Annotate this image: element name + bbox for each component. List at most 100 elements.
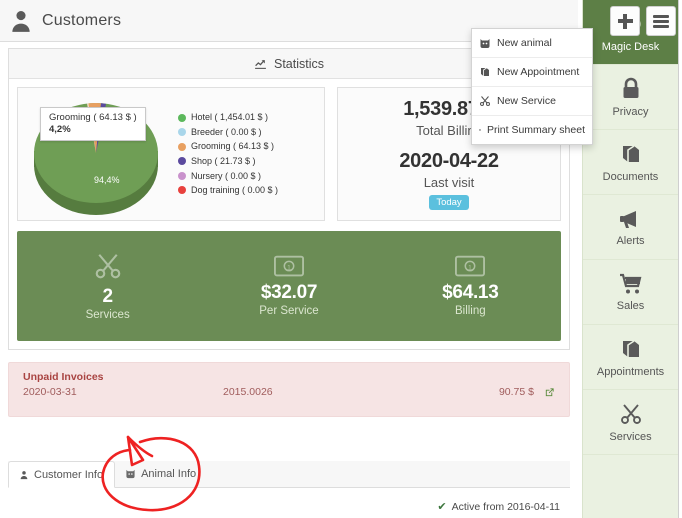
sidebar-item-label: Alerts	[616, 234, 645, 247]
last-visit-value: 2020-04-22	[399, 150, 499, 172]
lock-icon	[623, 77, 638, 98]
scissors-icon	[479, 96, 491, 107]
book-icon	[622, 339, 639, 357]
pie-main-slice-label: 94,4%	[94, 175, 120, 185]
sidebar-item-appointments[interactable]: Appointments	[583, 325, 678, 390]
sidebar-item-privacy[interactable]: Privacy	[583, 65, 678, 130]
page-title: Customers	[42, 11, 122, 29]
sidebar-item-label: Appointments	[596, 365, 665, 378]
sidebar-item-label: Services	[609, 430, 652, 443]
pie-chart-card: 94,4% Grooming ( 64.13 $ ) 4,2% Hotel ( …	[17, 87, 325, 221]
kpi-value: $32.07	[260, 282, 318, 303]
sidebar-item-label: Privacy	[612, 105, 649, 118]
tab-label: Customer Info	[34, 468, 104, 481]
scissors-icon	[620, 403, 641, 424]
tab-customer-info[interactable]: Customer Info	[8, 461, 116, 488]
menu-item-label: Print Summary sheet	[486, 124, 585, 136]
menu-item-new-animal[interactable]: New animal	[472, 29, 592, 58]
statistics-panel-title: Statistics	[273, 56, 324, 71]
legend-label: Breeder ( 0.00 $ )	[191, 126, 262, 137]
menu-button[interactable]	[646, 6, 676, 36]
book-icon	[481, 67, 489, 76]
unpaid-invoices-title: Unpaid Invoices	[23, 371, 104, 383]
app-window: Customers Statistics 94,4% Grooming (64…	[0, 0, 682, 518]
legend-color-swatch	[178, 128, 186, 137]
legend-item[interactable]: Nursery ( 0.00 $ )	[178, 169, 278, 184]
today-badge: Today	[429, 195, 469, 210]
money-icon: 1	[455, 255, 486, 277]
printer-icon	[479, 129, 481, 131]
book-icon	[622, 144, 639, 162]
kpi-label: Billing	[454, 305, 486, 317]
animal-icon	[126, 469, 135, 478]
invoice-amount: 90.75 $	[498, 386, 534, 398]
external-link-icon[interactable]	[544, 387, 555, 398]
legend-color-swatch	[178, 113, 186, 122]
window-edge	[678, 0, 682, 518]
right-sidebar: Magic Desk Privacy Documents Alerts Sale…	[582, 0, 678, 518]
legend-label: Hotel ( 1,454.01 $ )	[191, 112, 269, 123]
chart-line-icon	[255, 59, 266, 69]
legend-item[interactable]: Shop ( 21.73 $ )	[178, 154, 278, 169]
legend-label: Dog training ( 0.00 $ )	[191, 185, 279, 196]
megaphone-icon	[619, 210, 636, 228]
menu-item-new-appointment[interactable]: New Appointment	[472, 58, 592, 87]
person-icon	[20, 470, 28, 479]
legend-label: Nursery ( 0.00 $ )	[191, 170, 262, 181]
legend-label: Grooming ( 64.13 $ )	[191, 141, 275, 152]
sidebar-item-label: Sales	[616, 299, 645, 312]
cart-icon	[619, 273, 641, 293]
menu-item-label: New Appointment	[497, 66, 580, 78]
person-icon	[12, 10, 30, 32]
sidebar-item-services[interactable]: Services	[583, 390, 678, 455]
kpi-value: $64.13	[442, 282, 499, 303]
plus-icon	[617, 13, 633, 29]
svg-text:1: 1	[468, 264, 472, 271]
kpi-per-service: 1 $32.07 Per Service	[198, 255, 379, 317]
kpi-label: Per Service	[259, 305, 319, 317]
sidebar-item-alerts[interactable]: Alerts	[583, 195, 678, 260]
legend-color-swatch	[178, 186, 186, 195]
svg-text:1: 1	[287, 264, 291, 271]
invoice-reference: 2015.0026	[223, 386, 273, 398]
scissors-icon	[95, 254, 120, 279]
sidebar-item-sales[interactable]: Sales	[583, 260, 678, 325]
legend-item[interactable]: Breeder ( 0.00 $ )	[178, 125, 278, 140]
new-item-dropdown-menu: New animal New Appointment New Service P…	[471, 28, 593, 145]
sidebar-item-documents[interactable]: Documents	[583, 130, 678, 195]
pie-tooltip-percent: 4,2%	[49, 124, 71, 135]
legend-item[interactable]: Hotel ( 1,454.01 $ )	[178, 110, 278, 125]
kpi-services: 2 Services	[17, 251, 198, 321]
check-icon: ✔	[437, 501, 447, 513]
status-text: Active from 2016-04-11	[451, 500, 560, 513]
tab-animal-info[interactable]: Animal Info	[115, 460, 207, 487]
sidebar-item-label: Documents	[602, 170, 659, 183]
invoice-date: 2020-03-31	[23, 386, 77, 398]
menu-item-print-summary-sheet[interactable]: Print Summary sheet	[472, 116, 592, 144]
legend-color-swatch	[178, 157, 186, 166]
kpi-value: 2	[102, 286, 114, 307]
tab-label: Animal Info	[141, 467, 197, 480]
status-badge: ✔ Active from 2016-04-11	[437, 500, 560, 514]
pie-tooltip-label: Grooming ( 64.13 $ )	[49, 112, 137, 123]
table-row[interactable]: 2020-03-31 2015.0026 90.75 $	[23, 386, 555, 398]
legend-item[interactable]: Dog training ( 0.00 $ )	[178, 183, 278, 198]
money-icon: 1	[273, 255, 304, 277]
sidebar-item-label: Magic Desk	[601, 40, 660, 53]
menu-item-new-service[interactable]: New Service	[472, 87, 592, 116]
legend-color-swatch	[178, 142, 186, 151]
kpi-billing: 1 $64.13 Billing	[380, 255, 561, 317]
animal-icon	[480, 38, 490, 48]
kpi-bar: 2 Services 1 $32.07 Per Service 1 $64.13…	[17, 231, 561, 341]
legend-label: Shop ( 21.73 $ )	[191, 156, 256, 166]
pie-chart[interactable]: 94,4% Grooming ( 64.13 $ ) 4,2%	[18, 87, 178, 221]
menu-item-label: New animal	[497, 37, 552, 49]
last-visit-label: Last visit	[423, 175, 475, 190]
pie-tooltip: Grooming ( 64.13 $ ) 4,2%	[40, 107, 146, 141]
header-actions	[610, 6, 676, 36]
tab-panel: ✔ Active from 2016-04-11	[8, 488, 570, 518]
legend-color-swatch	[178, 171, 186, 180]
legend-item[interactable]: Grooming ( 64.13 $ )	[178, 139, 278, 154]
add-button[interactable]	[610, 6, 640, 36]
tab-bar: Customer Info Animal Info	[8, 461, 570, 488]
